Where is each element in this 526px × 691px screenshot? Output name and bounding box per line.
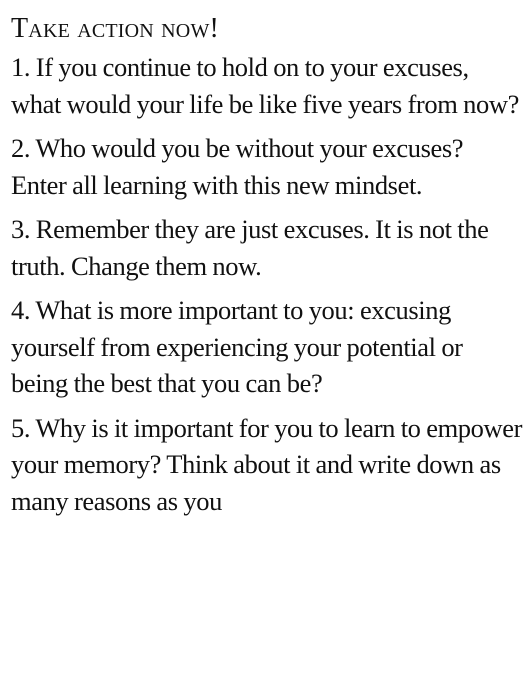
question-item-5: 5. Why is it important for you to learn … — [11, 412, 523, 516]
question-item-2: 2. Who would you be without your excuses… — [11, 133, 464, 200]
question-item-3: 3. Remember they are just excuses. It is… — [11, 214, 489, 281]
question-item-1: 1. If you continue to hold on to your ex… — [11, 52, 519, 119]
document-page: Take action now! 1. If you continue to h… — [11, 0, 523, 519]
question-item-4: 4. What is more important to you: excusi… — [11, 295, 463, 398]
section-heading: Take action now! — [11, 13, 220, 44]
